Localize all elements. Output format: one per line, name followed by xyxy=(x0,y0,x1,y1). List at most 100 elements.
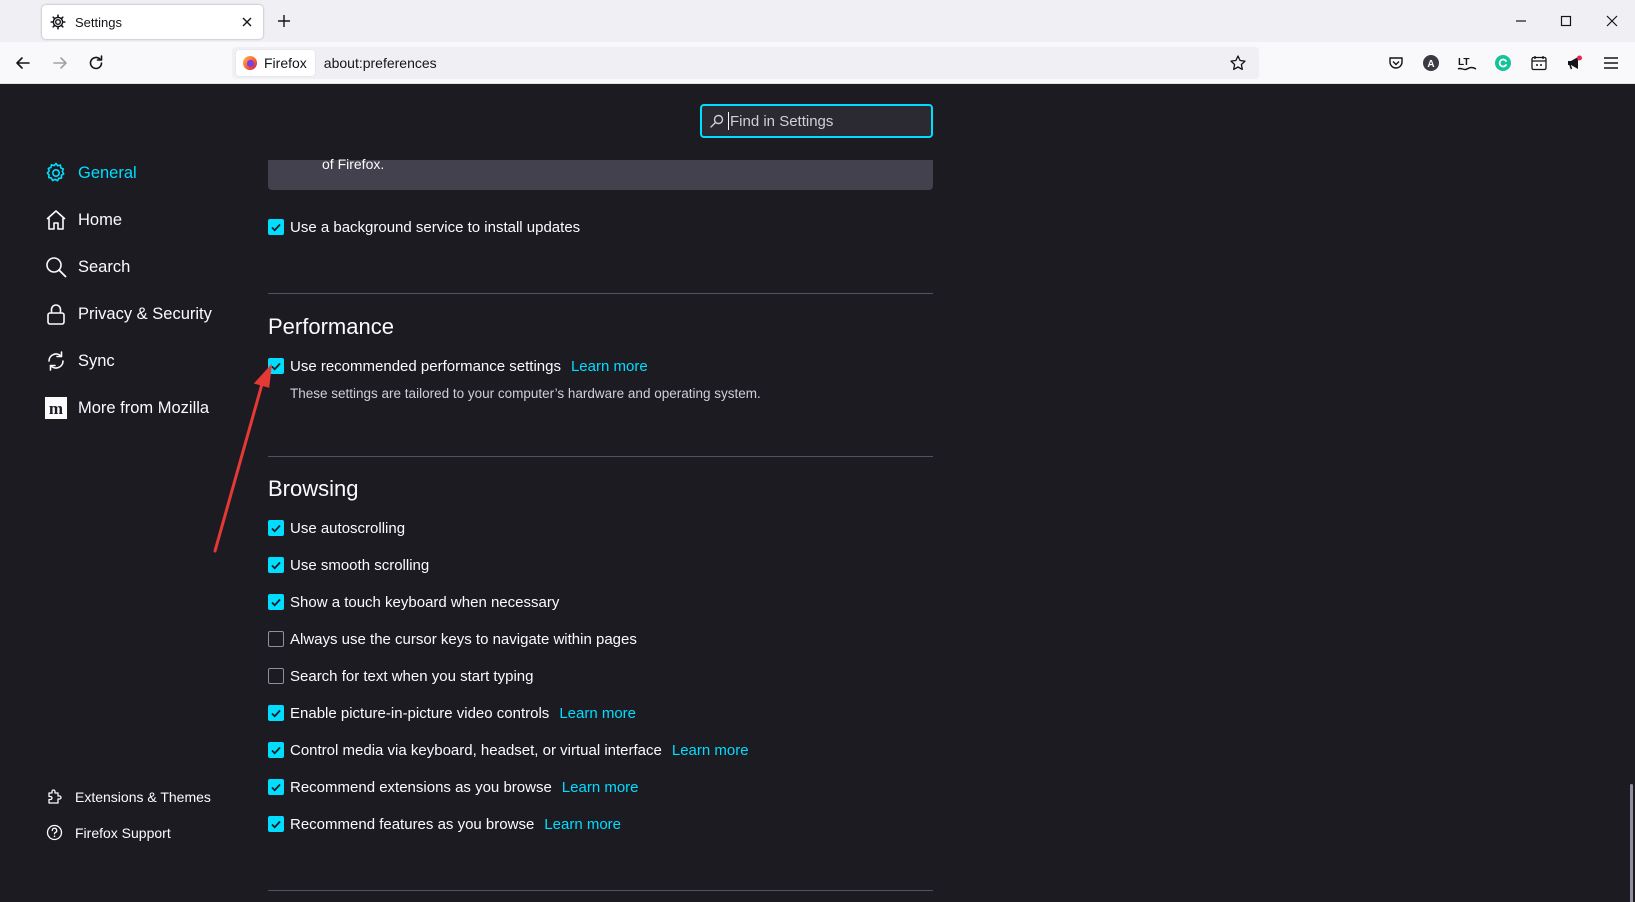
option-label: Control media via keyboard, headset, or … xyxy=(290,741,662,759)
svg-text:A: A xyxy=(1427,59,1434,70)
learn-more-link[interactable]: Learn more xyxy=(559,705,636,722)
firefox-support-link[interactable]: Firefox Support xyxy=(46,824,171,841)
checkbox-unchecked[interactable] xyxy=(268,668,284,684)
svg-text:m: m xyxy=(49,399,63,418)
section-divider xyxy=(268,456,933,457)
settings-page: General Home Search Privacy & Security S… xyxy=(0,84,1635,902)
performance-description: These settings are tailored to your comp… xyxy=(290,386,761,401)
background-service-option[interactable]: Use a background service to install upda… xyxy=(268,216,580,238)
scrollbar-thumb[interactable] xyxy=(1630,784,1633,902)
checkbox-unchecked[interactable] xyxy=(268,631,284,647)
sidebar-item-label: General xyxy=(78,163,137,182)
section-divider xyxy=(268,293,933,294)
learn-more-link[interactable]: Learn more xyxy=(672,742,749,759)
sidebar-item-search[interactable]: Search xyxy=(44,255,130,279)
maximize-icon[interactable] xyxy=(1557,12,1575,30)
hamburger-menu-icon[interactable] xyxy=(1601,53,1621,73)
option-label: Recommend extensions as you browse xyxy=(290,778,552,796)
text-caret xyxy=(728,112,729,130)
reload-icon[interactable] xyxy=(86,53,106,73)
autoscrolling-option[interactable]: Use autoscrolling xyxy=(268,517,405,539)
address-bar[interactable]: Firefox about:preferences xyxy=(232,47,1259,79)
sidebar-item-general[interactable]: General xyxy=(44,161,137,185)
sidebar-item-label: Home xyxy=(78,210,123,229)
option-label: Always use the cursor keys to navigate w… xyxy=(290,630,637,648)
account-avatar-icon[interactable]: A xyxy=(1421,53,1441,73)
help-icon xyxy=(46,824,63,841)
close-tab-icon[interactable] xyxy=(239,14,255,30)
find-in-settings-input[interactable] xyxy=(730,112,920,130)
puzzle-icon xyxy=(48,789,62,804)
mozilla-icon: m xyxy=(45,397,67,419)
option-label: Recommend features as you browse xyxy=(290,815,535,833)
minimize-icon[interactable] xyxy=(1512,12,1530,30)
section-divider xyxy=(268,890,933,891)
back-arrow-icon[interactable] xyxy=(13,53,33,73)
sidebar-item-home[interactable]: Home xyxy=(44,208,122,232)
media-control-option[interactable]: Control media via keyboard, headset, or … xyxy=(268,739,749,761)
firefox-logo-icon xyxy=(243,56,257,70)
checkbox-checked[interactable] xyxy=(268,358,284,374)
cursor-keys-option[interactable]: Always use the cursor keys to navigate w… xyxy=(268,628,637,650)
checkbox-checked[interactable] xyxy=(268,742,284,758)
firefox-support-label: Firefox Support xyxy=(75,824,171,841)
smooth-scrolling-option[interactable]: Use smooth scrolling xyxy=(268,554,429,576)
sidebar-item-privacy-security[interactable]: Privacy & Security xyxy=(44,302,212,326)
recommended-performance-option[interactable]: Use recommended performance settings Lea… xyxy=(268,355,648,377)
sync-icon xyxy=(48,351,64,371)
calendar-extension-icon[interactable] xyxy=(1529,53,1549,73)
sidebar-item-sync[interactable]: Sync xyxy=(44,349,115,373)
gear-icon xyxy=(50,14,66,30)
checkbox-checked[interactable] xyxy=(268,219,284,235)
extensions-themes-link[interactable]: Extensions & Themes xyxy=(46,788,211,805)
new-tab-icon[interactable] xyxy=(275,12,293,30)
bookmark-star-icon[interactable] xyxy=(1229,54,1247,72)
sidebar-item-label: Privacy & Security xyxy=(78,304,212,323)
recommended-performance-label: Use recommended performance settings xyxy=(290,357,561,375)
sidebar-item-label: Search xyxy=(78,257,131,276)
checkbox-checked[interactable] xyxy=(268,816,284,832)
option-label: Search for text when you start typing xyxy=(290,667,534,685)
update-notice-box: of Firefox. xyxy=(268,156,933,190)
recommend-extensions-option[interactable]: Recommend extensions as you browse Learn… xyxy=(268,776,639,798)
gear-icon xyxy=(46,162,65,182)
sidebar-item-label: Sync xyxy=(78,351,115,370)
search-icon xyxy=(710,114,724,128)
url-text[interactable]: about:preferences xyxy=(324,55,1229,71)
touch-keyboard-option[interactable]: Show a touch keyboard when necessary xyxy=(268,591,559,613)
svg-text:LT: LT xyxy=(1458,57,1469,68)
tab-settings[interactable]: Settings xyxy=(42,5,263,39)
extensions-themes-label: Extensions & Themes xyxy=(75,788,211,805)
sidebar-item-more-from-mozilla[interactable]: m More from Mozilla xyxy=(44,396,209,420)
option-label: Use autoscrolling xyxy=(290,519,406,537)
learn-more-link[interactable]: Learn more xyxy=(562,779,639,796)
close-window-icon[interactable] xyxy=(1603,12,1621,30)
pocket-icon[interactable] xyxy=(1386,53,1406,73)
forward-arrow-icon[interactable] xyxy=(50,53,70,73)
learn-more-link[interactable]: Learn more xyxy=(571,358,648,375)
checkbox-checked[interactable] xyxy=(268,520,284,536)
languagetool-icon[interactable]: LT xyxy=(1457,53,1477,73)
grammarly-icon[interactable] xyxy=(1493,53,1513,73)
recommend-features-option[interactable]: Recommend features as you browse Learn m… xyxy=(268,813,621,835)
home-icon xyxy=(46,210,66,230)
lock-icon xyxy=(47,304,65,325)
performance-heading: Performance xyxy=(268,314,394,339)
find-in-settings-field[interactable] xyxy=(700,104,933,138)
learn-more-link[interactable]: Learn more xyxy=(544,816,621,833)
identity-box[interactable]: Firefox xyxy=(236,50,315,76)
option-label: Use smooth scrolling xyxy=(290,556,430,574)
option-label: Enable picture-in-picture video controls xyxy=(290,704,550,722)
option-label: Show a touch keyboard when necessary xyxy=(290,593,560,611)
search-when-typing-option[interactable]: Search for text when you start typing xyxy=(268,665,533,687)
checkbox-checked[interactable] xyxy=(268,557,284,573)
sidebar-item-label: More from Mozilla xyxy=(78,398,210,417)
checkbox-checked[interactable] xyxy=(268,594,284,610)
checkbox-checked[interactable] xyxy=(268,779,284,795)
checkbox-checked[interactable] xyxy=(268,705,284,721)
picture-in-picture-option[interactable]: Enable picture-in-picture video controls… xyxy=(268,702,636,724)
search-icon xyxy=(46,257,67,278)
background-service-label: Use a background service to install upda… xyxy=(290,218,581,236)
navigation-toolbar: Firefox about:preferences A LT xyxy=(0,42,1635,84)
megaphone-icon[interactable] xyxy=(1564,53,1584,73)
